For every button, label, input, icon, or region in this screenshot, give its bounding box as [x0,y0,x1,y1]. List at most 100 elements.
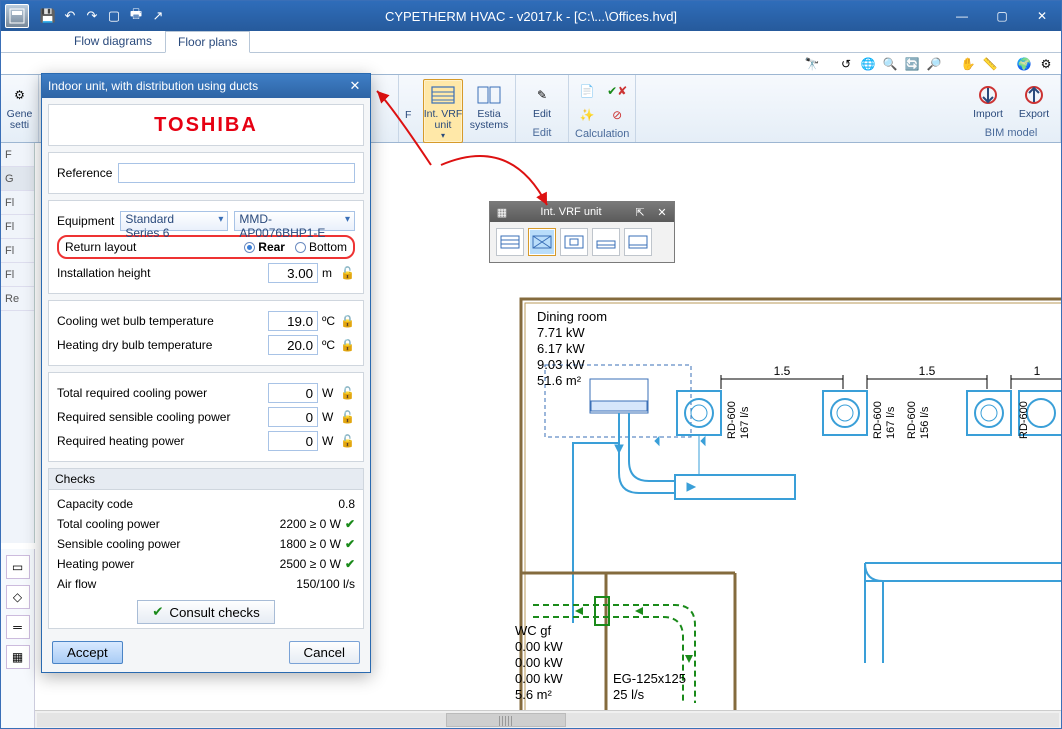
svg-text:1.5: 1.5 [774,364,791,378]
edit-button[interactable]: ✎ Edit [522,79,562,123]
estia-systems-button[interactable]: Estia systems [469,79,509,134]
ribbon-group-calculation: 📄 ✨ ✔✘ ⊘ Calculation [569,75,636,142]
print-icon[interactable]: 🖶 [127,7,145,25]
dialog-title-text: Indoor unit, with distribution using duc… [48,79,258,93]
float-menu-icon[interactable]: ▦ [494,204,510,220]
tool-2-icon[interactable]: ◇ [6,585,30,609]
svg-text:Dining room: Dining room [537,309,607,324]
minimize-button[interactable]: — [943,2,981,30]
lock-icon[interactable]: 🔓 [340,410,355,424]
float-unit-2-icon[interactable] [528,228,556,256]
cancel-circle-icon[interactable]: ⊘ [607,105,627,125]
magic-wand-icon[interactable]: ✨ [577,105,597,125]
reference-input[interactable] [118,163,355,183]
quick-access-toolbar: 💾 ↶ ↷ ▢ 🖶 ↗ [39,7,167,25]
dialog-titlebar[interactable]: Indoor unit, with distribution using duc… [42,74,370,98]
save-icon[interactable]: 💾 [39,7,57,25]
horizontal-scrollbar[interactable] [35,710,1061,728]
refresh-icon[interactable]: 🔄 [903,55,921,73]
brand-panel: TOSHIBA [48,104,364,146]
settings-icon[interactable]: ⚙ [1037,55,1055,73]
tab-floor-plans[interactable]: Floor plans [165,31,250,53]
tool-1-icon[interactable]: ▭ [6,555,30,579]
temperature-panel: Cooling wet bulb temperature ºC 🔒 Heatin… [48,300,364,366]
svg-text:156 l/s: 156 l/s [919,406,931,439]
check-x-icon[interactable]: ✔✘ [607,81,627,101]
export-button[interactable]: Export [1014,79,1054,123]
export-arrow-icon[interactable]: ↗ [149,7,167,25]
svg-text:51.6 m²: 51.6 m² [537,373,582,388]
general-settings-button[interactable]: ⚙Gene setti [0,79,40,134]
power-panel: Total required cooling power W 🔓 Require… [48,372,364,462]
checks-section: Checks Capacity code0.8 Total cooling po… [48,468,364,629]
svg-text:6.17 kW: 6.17 kW [537,341,585,356]
series-select[interactable]: Standard Series 6 [120,211,228,231]
svg-text:1: 1 [1034,364,1041,378]
app-icon [5,4,29,28]
equipment-panel: Equipment Standard Series 6 MMD-AP0076BH… [48,200,364,294]
undo-icon[interactable]: ↶ [61,7,79,25]
dialog-close-button[interactable]: ✕ [346,77,364,95]
calc-sheet-icon[interactable]: 📄 [577,81,597,101]
rotate-ccw-icon[interactable]: ↺ [837,55,855,73]
cancel-button[interactable]: Cancel [289,641,361,664]
svg-text:RD-600: RD-600 [906,401,918,439]
svg-text:0.00 kW: 0.00 kW [515,671,563,686]
svg-text:25 l/s: 25 l/s [613,687,645,702]
return-bottom-radio[interactable]: Bottom [295,240,347,254]
measure-icon[interactable]: 📏 [981,55,999,73]
import-button[interactable]: Import [968,79,1008,123]
install-height-input[interactable] [268,263,318,283]
titlebar: 💾 ↶ ↷ ▢ 🖶 ↗ CYPETHERM HVAC - v2017.k - [… [1,1,1061,31]
tab-bar: Flow diagrams Floor plans [1,31,1061,53]
sens-cool-input[interactable] [268,407,318,427]
lock-icon[interactable]: 🔒 [340,314,355,328]
svg-text:RD-600: RD-600 [726,401,738,439]
svg-text:RD-600: RD-600 [872,401,884,439]
pan-icon[interactable]: ✋ [959,55,977,73]
heat-pow-input[interactable] [268,431,318,451]
consult-checks-button[interactable]: ✔Consult checks [137,600,275,624]
float-unit-1-icon[interactable] [496,228,524,256]
heat-db-input[interactable] [268,335,318,355]
model-select[interactable]: MMD-AP0076BHP1-E [234,211,355,231]
tot-cool-input[interactable] [268,383,318,403]
float-pin-icon[interactable]: ⇱ [632,204,648,220]
tab-flow-diagrams[interactable]: Flow diagrams [61,30,165,52]
cool-wb-input[interactable] [268,311,318,331]
redo-icon[interactable]: ↷ [83,7,101,25]
ribbon-group-edit: ✎ Edit Edit [516,75,569,142]
accept-button[interactable]: Accept [52,641,123,664]
float-title: Int. VRF unit [516,206,626,218]
help-icon[interactable]: 🌍 [1015,55,1033,73]
globe-icon[interactable]: 🌐 [859,55,877,73]
zoom-out-icon[interactable]: 🔍 [881,55,899,73]
binoculars-icon[interactable]: 🔭 [803,55,821,73]
ribbon-group-general: ⚙Gene setti [1,75,39,142]
float-unit-3-icon[interactable] [560,228,588,256]
lock-icon[interactable]: 🔓 [340,266,355,280]
floating-toolbar[interactable]: ▦ Int. VRF unit ⇱ ✕ [489,201,675,263]
side-tool-strip: ▭ ◇ ═ ▦ [1,549,35,728]
tool-4-icon[interactable]: ▦ [6,645,30,669]
close-button[interactable]: ✕ [1023,2,1061,30]
float-close-icon[interactable]: ✕ [654,204,670,220]
float-unit-5-icon[interactable] [624,228,652,256]
svg-text:EG-125x125: EG-125x125 [613,671,686,686]
tool-3-icon[interactable]: ═ [6,615,30,639]
svg-text:167 l/s: 167 l/s [739,406,751,439]
lock-icon[interactable]: 🔓 [340,386,355,400]
return-rear-radio[interactable]: Rear [244,240,285,254]
int-vrf-unit-button[interactable]: Int. VRF unit ▾ [423,79,463,143]
install-height-label: Installation height [57,266,150,280]
svg-text:0.00 kW: 0.00 kW [515,655,563,670]
float-unit-4-icon[interactable] [592,228,620,256]
zoom-in-icon[interactable]: 🔎 [925,55,943,73]
lock-icon[interactable]: 🔒 [340,338,355,352]
maximize-button[interactable]: ▢ [983,2,1021,30]
lock-icon[interactable]: 🔓 [340,434,355,448]
ribbon-mini-toolbar: 🔭 ↺ 🌐 🔍 🔄 🔎 ✋ 📏 🌍 ⚙ [1,53,1061,75]
box-icon[interactable]: ▢ [105,7,123,25]
svg-text:1.5: 1.5 [919,364,936,378]
svg-text:167 l/s: 167 l/s [885,406,897,439]
